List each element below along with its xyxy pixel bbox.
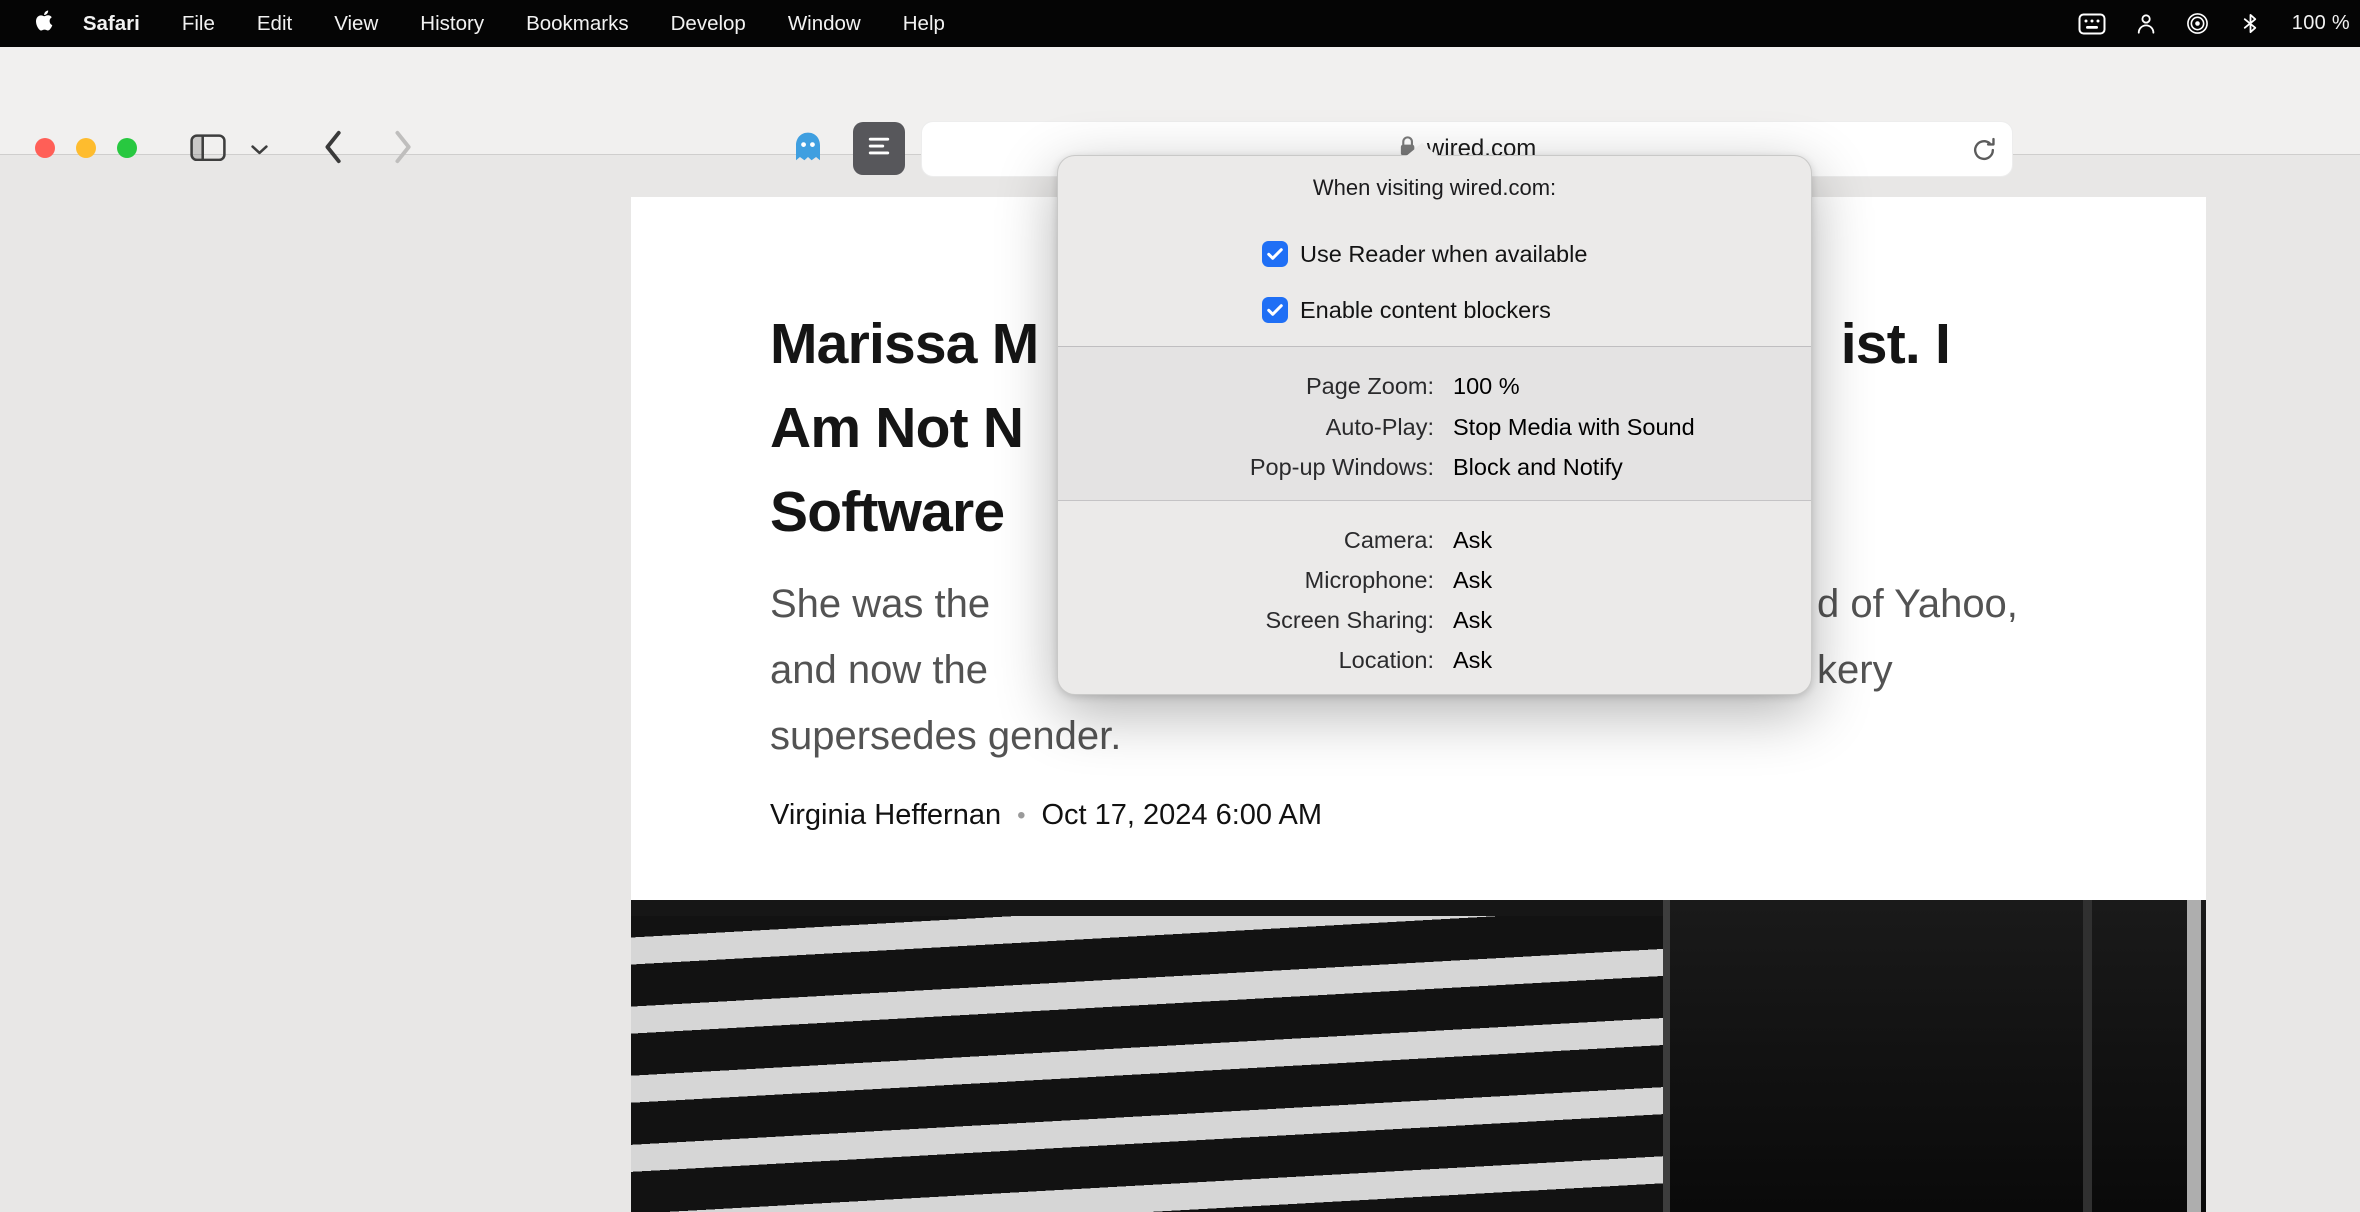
publish-date: Oct 17, 2024 6:00 AM	[1041, 799, 1323, 831]
permission-label: Location:	[1338, 647, 1434, 673]
subhead-fragment: and now the	[770, 648, 988, 692]
headline-fragment: ist. I	[1840, 312, 1951, 376]
menu-file[interactable]: File	[161, 0, 236, 47]
menu-safari[interactable]: Safari	[62, 0, 161, 47]
subhead-fragment: supersedes gender.	[770, 714, 1122, 758]
menu-bookmarks[interactable]: Bookmarks	[505, 0, 650, 47]
menu-view[interactable]: View	[313, 0, 399, 47]
page-zoom-row: Page Zoom: 100 %	[1058, 366, 1811, 406]
auto-play-row: Auto-Play: Stop Media with Sound	[1058, 407, 1811, 447]
chevron-right-icon	[394, 130, 412, 169]
chevron-left-icon	[324, 130, 342, 169]
headline-fragment: Software	[770, 480, 1005, 544]
location-value[interactable]: Ask	[1453, 640, 1492, 680]
sidebar-icon	[190, 134, 226, 167]
permission-label: Camera:	[1343, 527, 1434, 553]
menu-extra-icon[interactable]	[2136, 13, 2156, 35]
permission-label: Microphone:	[1304, 567, 1434, 593]
zoom-window-button[interactable]	[117, 138, 137, 158]
minimize-window-button[interactable]	[76, 138, 96, 158]
microphone-row: Microphone: Ask	[1058, 560, 1811, 600]
popover-title: When visiting wired.com:	[1312, 175, 1557, 200]
auto-play-value[interactable]: Stop Media with Sound	[1453, 407, 1695, 447]
ghost-icon	[790, 129, 826, 170]
setting-label: Page Zoom:	[1305, 373, 1434, 399]
page-zoom-value[interactable]: 100 %	[1453, 366, 1520, 406]
forward-button[interactable]	[388, 130, 418, 168]
reader-extension-button[interactable]	[853, 122, 905, 175]
screen-sharing-value[interactable]: Ask	[1453, 600, 1492, 640]
hero-image-stripes	[631, 900, 1663, 1212]
sidebar-options-chevron[interactable]	[248, 143, 270, 159]
apple-icon	[36, 10, 54, 37]
content-blockers-option-row: Enable content blockers	[1058, 292, 1811, 328]
sidebar-toggle-button[interactable]	[180, 130, 236, 170]
bluetooth-icon[interactable]	[2239, 12, 2262, 35]
article-byline: Virginia Heffernan • Oct 17, 2024 6:00 A…	[770, 799, 1322, 832]
popover-arrow	[1405, 143, 1439, 157]
menu-help[interactable]: Help	[882, 0, 966, 47]
back-button[interactable]	[318, 130, 348, 168]
headline-fragment: Marissa M	[770, 312, 1039, 376]
reader-option-row: Use Reader when available	[1058, 236, 1811, 272]
keyboard-input-icon[interactable]	[2078, 13, 2106, 35]
microphone-value[interactable]: Ask	[1453, 560, 1492, 600]
menu-develop[interactable]: Develop	[650, 0, 767, 47]
hero-image-dark-panel	[1663, 900, 2206, 1212]
permission-label: Screen Sharing:	[1265, 607, 1434, 633]
screen-sharing-row: Screen Sharing: Ask	[1058, 600, 1811, 640]
airdrop-icon[interactable]	[2186, 12, 2209, 35]
apple-menu[interactable]	[36, 10, 54, 37]
checkbox-label: Enable content blockers	[1300, 297, 1551, 323]
ghostery-extension-button[interactable]	[788, 129, 828, 169]
subhead-fragment: d of Yahoo,	[1817, 582, 2018, 626]
enable-content-blockers-checkbox[interactable]	[1262, 297, 1288, 323]
chevron-down-icon	[250, 142, 268, 160]
setting-label: Auto-Play:	[1325, 414, 1434, 440]
setting-label: Pop-up Windows:	[1249, 454, 1434, 480]
subhead-fragment: She was the	[770, 582, 991, 626]
popup-windows-value[interactable]: Block and Notify	[1453, 447, 1623, 487]
location-row: Location: Ask	[1058, 640, 1811, 680]
article-hero-image	[631, 900, 2206, 1212]
author-name[interactable]: Virginia Heffernan	[770, 799, 1001, 832]
menu-edit[interactable]: Edit	[236, 0, 313, 47]
menu-history[interactable]: History	[399, 0, 505, 47]
close-window-button[interactable]	[35, 138, 55, 158]
browser-toolbar: wired.com	[0, 47, 2360, 177]
camera-row: Camera: Ask	[1058, 520, 1811, 560]
battery-percentage[interactable]: 100 %	[2292, 12, 2350, 35]
menu-bar: Safari File Edit View History Bookmarks …	[0, 0, 2360, 47]
headline-fragment: Am Not N	[770, 396, 1024, 460]
subhead-fragment: kery	[1817, 648, 1893, 692]
camera-value[interactable]: Ask	[1453, 520, 1492, 560]
divider	[1058, 346, 1811, 347]
byline-separator: •	[1017, 801, 1026, 829]
document-lines-icon	[864, 131, 894, 166]
use-reader-checkbox[interactable]	[1262, 241, 1288, 267]
divider	[1058, 500, 1811, 501]
reload-button[interactable]	[1970, 136, 1998, 169]
popup-windows-row: Pop-up Windows: Block and Notify	[1058, 447, 1811, 487]
checkbox-label: Use Reader when available	[1300, 241, 1588, 267]
menu-bar-status-area: 100 %	[2078, 12, 2360, 35]
menu-window[interactable]: Window	[767, 0, 882, 47]
website-settings-popover: When visiting wired.com: Use Reader when…	[1057, 143, 1812, 695]
